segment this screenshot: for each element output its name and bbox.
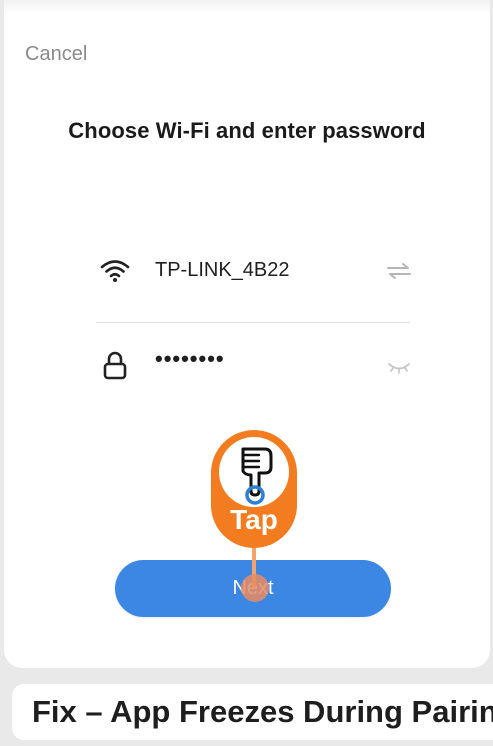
tap-target-dot [241, 574, 269, 602]
lock-icon [98, 348, 132, 382]
caption-banner: Fix – App Freezes During Pairing [12, 684, 493, 740]
tap-hint-inner [219, 437, 289, 507]
tap-hint-bubble: Tap [211, 430, 297, 548]
password-input[interactable]: •••••••• [155, 346, 225, 372]
switch-network-icon[interactable] [386, 259, 412, 283]
password-row: •••••••• [92, 340, 412, 390]
wifi-network-row[interactable]: TP-LINK_4B22 [92, 245, 412, 295]
wifi-icon [98, 253, 132, 287]
app-screen: Cancel Choose Wi-Fi and enter password T… [4, 0, 490, 668]
caption-text: Fix – App Freezes During Pairing [32, 694, 493, 729]
page-title: Choose Wi-Fi and enter password [68, 118, 426, 143]
tap-hint-overlay: Tap [211, 430, 297, 610]
wifi-ssid: TP-LINK_4B22 [155, 259, 290, 281]
status-area [4, 0, 490, 14]
tap-label: Tap [230, 504, 278, 535]
eye-closed-icon[interactable] [386, 354, 412, 378]
cancel-button[interactable]: Cancel [25, 43, 87, 66]
divider [96, 322, 410, 323]
